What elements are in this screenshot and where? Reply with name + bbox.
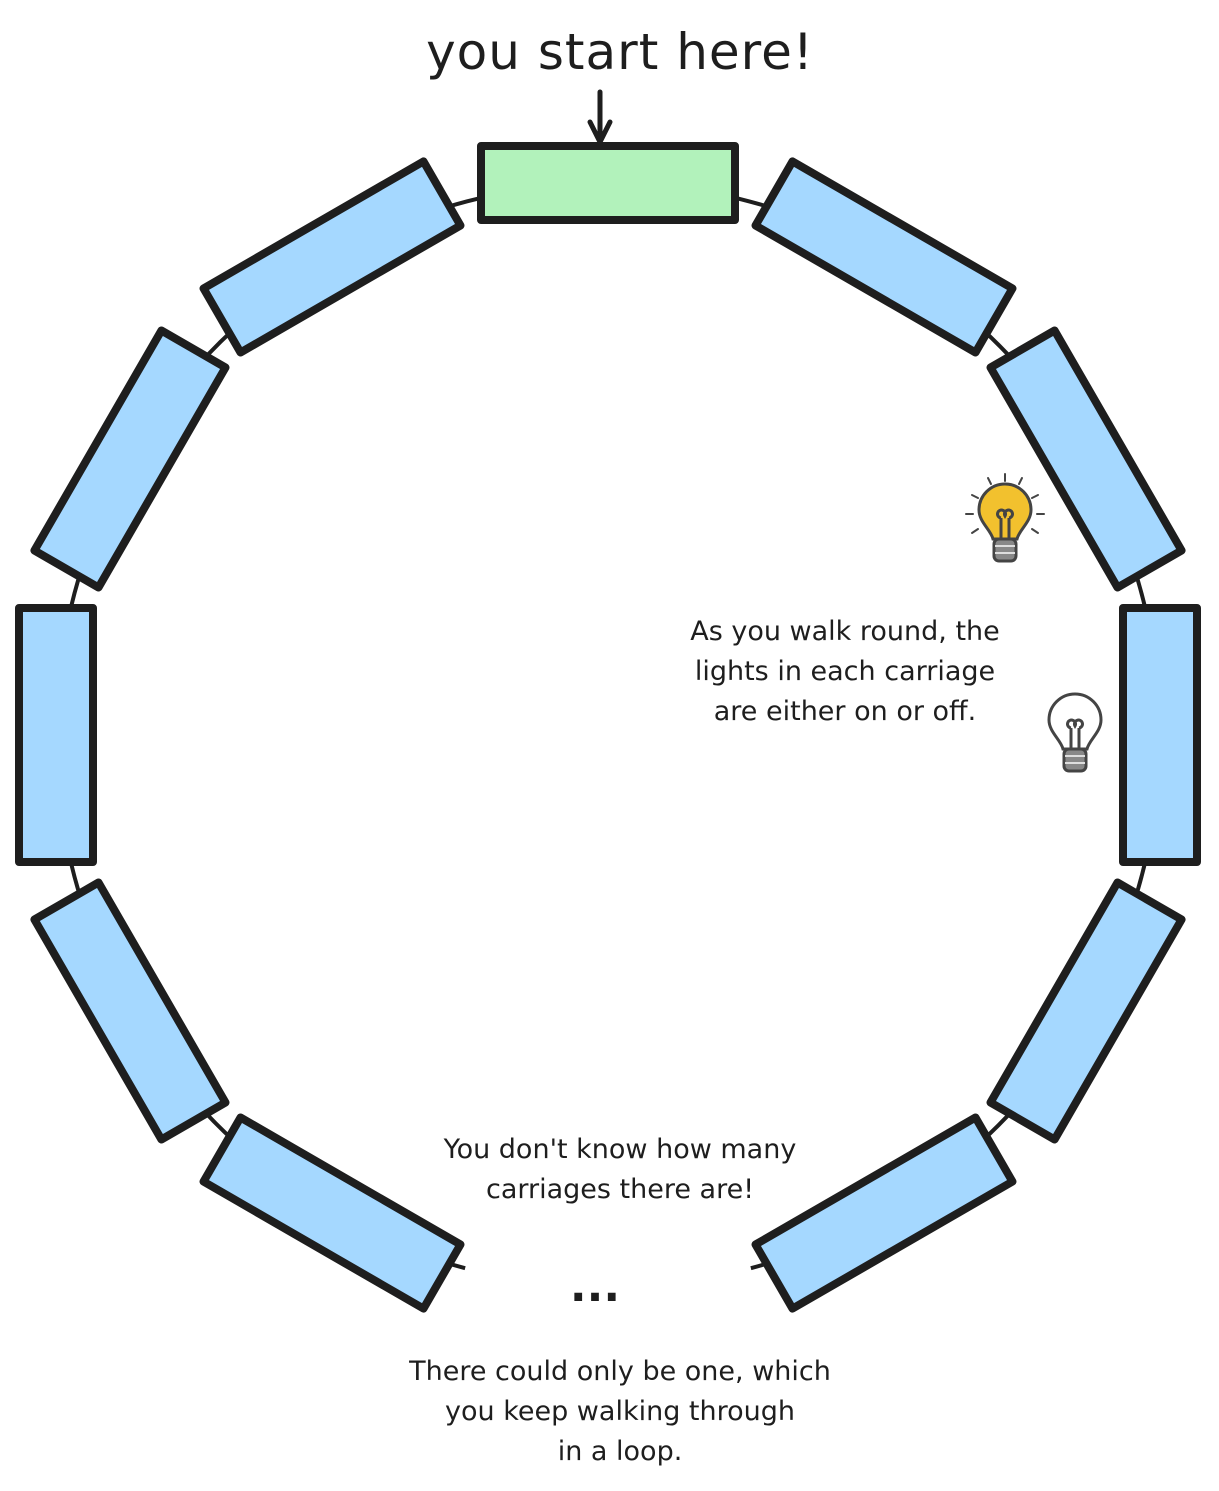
carriage: [1119, 604, 1201, 866]
carriage: [986, 878, 1186, 1144]
lights-annotation: As you walk round, the lights in each ca…: [690, 616, 1000, 727]
carriage: [30, 326, 230, 592]
ellipsis: ...: [569, 1261, 621, 1312]
start-label: you start here!: [426, 23, 814, 81]
lightbulb-on-icon: [965, 473, 1045, 563]
lightbulb-off-icon: [1047, 692, 1103, 773]
carriage-count-annotation: You don't know how many carriages there …: [443, 1134, 797, 1205]
carriage: [199, 157, 465, 357]
carriage: [986, 326, 1186, 592]
carriage: [751, 157, 1017, 357]
carriage: [30, 878, 230, 1144]
arrow-down-icon: [587, 89, 613, 145]
carriage: [15, 604, 97, 866]
start-carriage: [477, 142, 739, 224]
loop-annotation: There could only be one, which you keep …: [409, 1356, 831, 1467]
